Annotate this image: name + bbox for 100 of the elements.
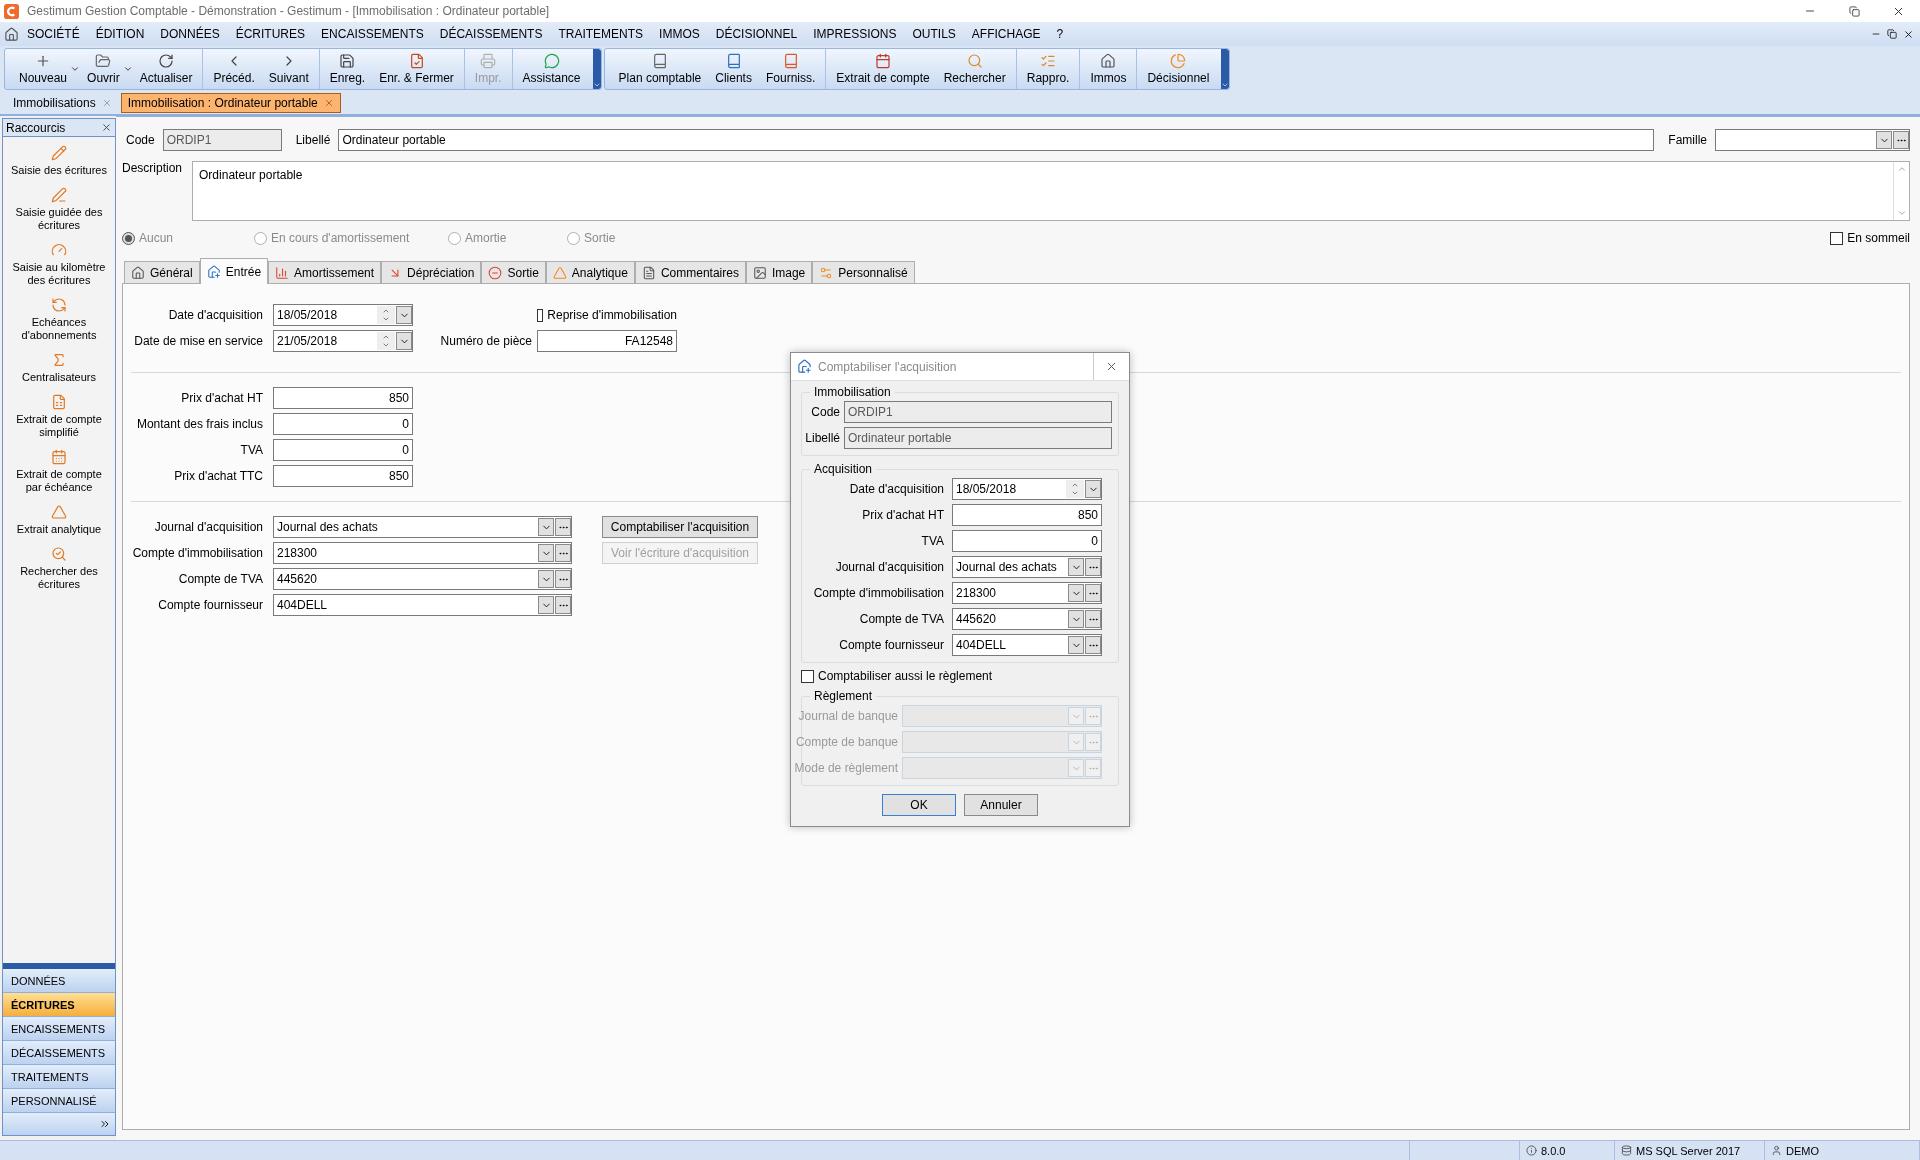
menu-item[interactable]: IMPRESSIONS: [805, 27, 905, 41]
dropdown-button[interactable]: [538, 596, 554, 614]
text-field[interactable]: FA12548: [537, 330, 677, 352]
spin-button[interactable]: [377, 332, 395, 350]
combo-field[interactable]: 218300: [952, 582, 1102, 604]
menu-item[interactable]: IMMOS: [651, 27, 708, 41]
dialog-button[interactable]: OK: [882, 794, 956, 816]
dropdown-button[interactable]: [1876, 131, 1892, 149]
section-button[interactable]: TRAITEMENTS: [3, 1065, 115, 1089]
combo-field[interactable]: 218300: [273, 542, 572, 564]
browse-button[interactable]: [1085, 584, 1101, 602]
toolbar-button[interactable]: Rappro.: [1019, 49, 1077, 89]
combo-field[interactable]: 404DELL: [952, 634, 1102, 656]
toolbar-button[interactable]: Clients: [708, 49, 759, 89]
checkbox[interactable]: Comptabiliser aussi le règlement: [801, 669, 1119, 683]
combo-field[interactable]: 445620: [952, 608, 1102, 630]
toolbar-button[interactable]: Décisionnel: [1140, 49, 1217, 89]
combo-field[interactable]: 404DELL: [273, 594, 572, 616]
amount-field[interactable]: 0: [273, 439, 413, 461]
dropdown-button[interactable]: [538, 518, 554, 536]
checkbox[interactable]: En sommeil: [1830, 231, 1910, 245]
overflow-button[interactable]: [592, 49, 601, 89]
menu-item[interactable]: OUTILS: [904, 27, 964, 41]
toolbar-button[interactable]: Ouvrir: [80, 49, 127, 89]
dropdown-button[interactable]: [1068, 636, 1084, 654]
date-field[interactable]: 21/05/2018: [273, 330, 413, 352]
shortcut-item[interactable]: Extrait analytique: [12, 504, 106, 536]
menu-item[interactable]: ENCAISSEMENTS: [313, 27, 432, 41]
amount-field[interactable]: 0: [952, 530, 1102, 552]
menu-item[interactable]: TRAITEMENTS: [550, 27, 652, 41]
section-button[interactable]: DÉCAISSEMENTS: [3, 1041, 115, 1065]
toolbar-button[interactable]: Enreg.: [322, 49, 373, 89]
tab[interactable]: Général: [124, 261, 200, 283]
browse-button[interactable]: [1085, 558, 1101, 576]
close-icon[interactable]: [1903, 28, 1914, 40]
document-tab[interactable]: Immobilisations: [6, 93, 119, 113]
toolbar-button[interactable]: Précéd.: [206, 49, 262, 89]
close-icon[interactable]: [101, 122, 112, 133]
document-tab[interactable]: Immobilisation : Ordinateur portable: [120, 93, 341, 113]
dropdown-button[interactable]: [1068, 584, 1084, 602]
combo-field[interactable]: 445620: [273, 568, 572, 590]
combo-field[interactable]: Journal des achats: [273, 516, 572, 538]
shortcut-item[interactable]: Extrait de compte par échéance: [3, 449, 115, 494]
shortcut-item[interactable]: Extrait de compte simplifié: [3, 394, 115, 439]
tab[interactable]: Dépréciation: [381, 261, 482, 283]
tab[interactable]: Personnalisé: [812, 261, 915, 283]
toolbar-button[interactable]: Rechercher: [936, 49, 1013, 89]
toolbar-button[interactable]: Fourniss.: [758, 49, 823, 89]
menu-item[interactable]: DÉCAISSEMENTS: [431, 27, 551, 41]
dropdown-button[interactable]: [538, 570, 554, 588]
checkbox[interactable]: Reprise d'immobilisation: [537, 308, 677, 322]
date-field[interactable]: 18/05/2018: [952, 478, 1102, 500]
tab[interactable]: Image: [745, 261, 813, 283]
toolbar-button[interactable]: Extrait de compte: [829, 49, 937, 89]
restore-icon[interactable]: [1887, 29, 1897, 39]
dropdown-button[interactable]: [538, 544, 554, 562]
shortcut-item[interactable]: Echéances d'abonnements: [3, 297, 115, 342]
action-button[interactable]: Comptabiliser l'acquisition: [602, 516, 758, 538]
menu-item[interactable]: SOCIÉTÉ: [19, 27, 88, 41]
shortcut-item[interactable]: Saisie des écritures: [7, 145, 111, 177]
browse-button[interactable]: [555, 596, 571, 614]
amount-field[interactable]: 850: [273, 387, 413, 409]
tab[interactable]: Commentaires: [634, 261, 746, 283]
browse-button[interactable]: [1085, 610, 1101, 628]
overflow-button[interactable]: [1221, 49, 1230, 89]
dropdown-button[interactable]: [1068, 610, 1084, 628]
toolbar-button[interactable]: Enr. & Fermer: [372, 49, 461, 89]
section-button[interactable]: DONNÉES: [3, 969, 115, 993]
dropdown-button[interactable]: [396, 332, 412, 350]
menu-item[interactable]: AFFICHAGE: [963, 27, 1049, 41]
amount-field[interactable]: 850: [273, 465, 413, 487]
section-button[interactable]: ENCAISSEMENTS: [3, 1017, 115, 1041]
toolbar-button[interactable]: Nouveau: [12, 49, 75, 89]
toolbar-button[interactable]: Plan comptable: [611, 49, 709, 89]
toolbar-button[interactable]: Suivant: [261, 49, 316, 89]
code-field[interactable]: ORDIP1: [162, 129, 282, 151]
toolbar-button[interactable]: Assistance: [515, 49, 588, 89]
dropdown-button[interactable]: [396, 306, 412, 324]
menu-item[interactable]: ÉDITION: [87, 27, 153, 41]
tab[interactable]: Sortie: [481, 261, 546, 283]
text-field[interactable]: Ordinateur portable: [338, 129, 1655, 151]
date-field[interactable]: 18/05/2018: [273, 304, 413, 326]
tab[interactable]: Entrée: [199, 258, 269, 284]
dropdown-button[interactable]: [1068, 558, 1084, 576]
caret-icon[interactable]: [122, 64, 133, 74]
menu-item[interactable]: ÉCRITURES: [227, 27, 314, 41]
toolbar-button[interactable]: Immos: [1083, 49, 1134, 89]
section-button[interactable]: PERSONNALISÉ: [3, 1089, 115, 1113]
amount-field[interactable]: 0: [273, 413, 413, 435]
dropdown-button[interactable]: [1085, 480, 1101, 498]
browse-button[interactable]: [555, 544, 571, 562]
browse-button[interactable]: [555, 518, 571, 536]
toolbar-button[interactable]: Actualiser: [132, 49, 200, 89]
browse-button[interactable]: [1893, 131, 1909, 149]
shortcut-item[interactable]: Saisie guidée des écritures: [3, 187, 115, 232]
spin-button[interactable]: [377, 306, 395, 324]
combo-field[interactable]: [1715, 129, 1910, 151]
browse-button[interactable]: [555, 570, 571, 588]
combo-field[interactable]: Journal des achats: [952, 556, 1102, 578]
shortcut-item[interactable]: Rechercher des écritures: [3, 546, 115, 591]
